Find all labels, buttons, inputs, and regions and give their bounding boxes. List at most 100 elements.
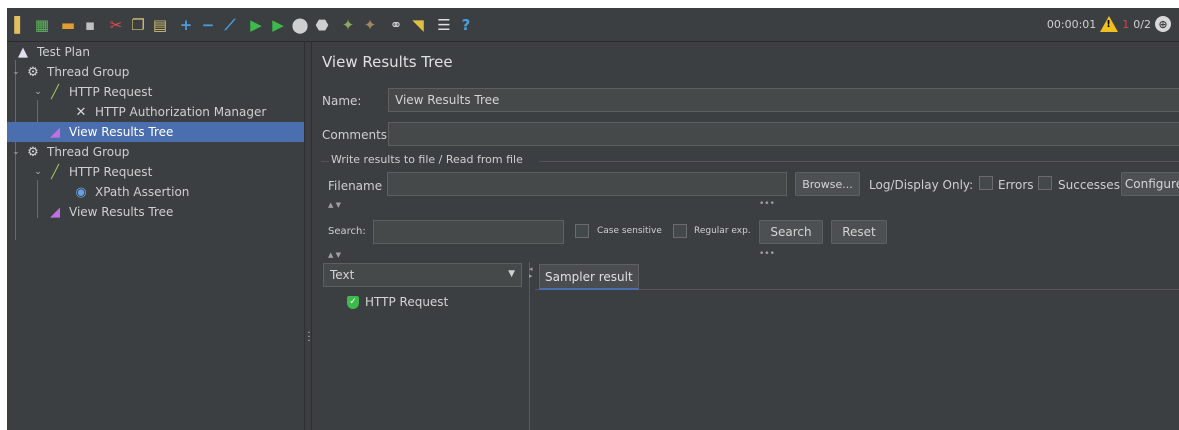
tree-item[interactable]: ◢ View Results Tree (7, 202, 304, 222)
warning-icon[interactable]: ! (1100, 16, 1119, 32)
comments-label: Comments: (322, 128, 392, 142)
clear-icon[interactable]: ✦ (339, 16, 357, 34)
help-icon[interactable]: ? (457, 16, 475, 34)
panel-title: View Results Tree (322, 53, 453, 71)
splitter-handle[interactable]: · · · (306, 329, 312, 347)
results-divider[interactable] (529, 262, 530, 430)
chevron-down-icon[interactable]: ⌄ (33, 167, 43, 177)
chevron-down-icon[interactable]: ⌄ (11, 147, 21, 157)
new-test-plan-icon[interactable]: ▌ (11, 16, 29, 34)
success-shield-icon: ✓ (347, 295, 359, 309)
tree-item-label: HTTP Authorization Manager (95, 105, 267, 119)
save-icon[interactable]: ▪ (81, 16, 99, 34)
jmeter-window: ▌ ▦ ▬ ▪ ✂ ❐ ▤ + − ⟋ ▶ ▶ ⬤ ⬣ ✦ ✦ ⚭ ◥ ☰? 00:00:01 ! 1 0/2 ⊕ … (7, 8, 1179, 430)
tree-item-label: HTTP Request (69, 165, 153, 179)
open-icon[interactable]: ▬ (59, 16, 77, 34)
chevron-down-icon[interactable]: ▼ (508, 269, 515, 279)
collapse-all-icon[interactable]: − (199, 16, 217, 34)
gear-icon: ⚙ (27, 144, 39, 160)
name-label: Name: (322, 94, 362, 108)
group-border (321, 161, 329, 162)
filename-label: Filename (328, 179, 383, 193)
case-sensitive-label: Case sensitive (597, 226, 662, 236)
results-list: ✓ HTTP Request (323, 289, 523, 430)
remote-globe-icon[interactable]: ⊕ (1155, 16, 1171, 32)
tree-item-label: Thread Group (47, 145, 130, 159)
expand-all-icon[interactable]: + (177, 16, 195, 34)
tree-item-label: XPath Assertion (95, 185, 190, 199)
test-plan-tree: ▲ Test Plan ⌄ ⚙ Thread Group ⌄ ╱ HTTP Request ✕ H… (7, 42, 304, 430)
chevron-down-icon[interactable]: ⌄ (33, 87, 43, 97)
chevron-down-icon[interactable]: ⌄ (11, 67, 21, 77)
view-results-tree-panel: View Results Tree Name: View Results Tre… (313, 42, 1179, 430)
regular-exp-checkbox[interactable] (673, 224, 687, 238)
tree-item[interactable]: ⌄ ⚙ Thread Group (7, 62, 304, 82)
paste-icon[interactable]: ▤ (151, 16, 169, 34)
successes-label: Successes (1058, 178, 1120, 192)
toolbar: ▌ ▦ ▬ ▪ ✂ ❐ ▤ + − ⟋ ▶ ▶ ⬤ ⬣ ✦ ✦ ⚭ ◥ ☰? 00:00:01 ! 1 0/2 ⊕ (7, 8, 1179, 42)
collapse-arrows[interactable]: ▲ ▼ (328, 201, 341, 209)
cut-icon[interactable]: ✂ (107, 16, 125, 34)
configure-button[interactable]: Configure (1121, 172, 1179, 196)
assertion-icon: ◉ (75, 184, 87, 200)
tree-item-label: Test Plan (37, 45, 90, 59)
stop-icon[interactable]: ⬤ (291, 16, 309, 34)
collapse-arrows[interactable]: ▲ ▼ (328, 251, 341, 259)
tree-item[interactable]: ⌄ ⚙ Thread Group (7, 142, 304, 162)
templates-icon[interactable]: ▦ (33, 16, 51, 34)
case-sensitive-checkbox[interactable] (575, 224, 589, 238)
browse-button[interactable]: Browse... (795, 172, 860, 196)
tree-item[interactable]: ▲ Test Plan (7, 42, 304, 62)
search-icon[interactable]: ⚭ (387, 16, 405, 34)
name-field[interactable]: View Results Tree (388, 88, 1179, 112)
tree-item[interactable]: ✕ HTTP Authorization Manager (7, 102, 304, 122)
errors-label: Errors (998, 178, 1034, 192)
result-item-label: HTTP Request (365, 295, 449, 309)
search-button[interactable]: Search (759, 220, 823, 244)
tree-item-label: View Results Tree (69, 125, 174, 139)
tree-item[interactable]: ⌄ ╱ HTTP Request (7, 82, 304, 102)
tools-icon: ✕ (75, 104, 87, 120)
toolbar-status: 00:00:01 ! 1 0/2 ⊕ (1047, 16, 1171, 32)
tree-item[interactable]: ◢ View Results Tree (7, 122, 304, 142)
successes-checkbox[interactable] (1038, 176, 1052, 190)
reset-search-icon[interactable]: ◥ (409, 16, 427, 34)
panel-splitter[interactable]: · · · (304, 42, 312, 430)
active-threads: 0/2 (1133, 17, 1151, 31)
error-count: 1 (1122, 17, 1130, 31)
toggle-icon[interactable]: ⟋ (221, 16, 239, 34)
tree-item[interactable]: ◉ XPath Assertion (7, 182, 304, 202)
gear-icon: ⚙ (27, 64, 39, 80)
function-helper-icon[interactable]: ☰ (435, 16, 453, 34)
shutdown-icon[interactable]: ⬣ (313, 16, 331, 34)
tab-sampler-result[interactable]: Sampler result (539, 264, 639, 290)
group-border (539, 161, 1179, 162)
tab-scroll-arrows[interactable]: ◂ ▸ (529, 266, 533, 280)
clear-all-icon[interactable]: ✦ (361, 16, 379, 34)
search-label: Search: (328, 226, 366, 237)
tree-item-label: HTTP Request (69, 85, 153, 99)
tree-item[interactable]: ⌄ ╱ HTTP Request (7, 162, 304, 182)
test-plan-icon: ▲ (18, 44, 28, 60)
divider-dots[interactable]: ••• (759, 249, 775, 259)
start-no-timers-icon[interactable]: ▶ (269, 16, 287, 34)
divider-dots[interactable]: ••• (759, 199, 775, 209)
result-tabs: ◂ ▸ Sampler result (529, 262, 1179, 290)
start-icon[interactable]: ▶ (247, 16, 265, 34)
search-field[interactable] (373, 220, 564, 244)
result-item[interactable]: ✓ HTTP Request (347, 295, 448, 309)
log-display-label: Log/Display Only: (869, 178, 974, 192)
chart-icon: ◢ (50, 204, 60, 220)
copy-icon[interactable]: ❐ (129, 16, 147, 34)
pipette-icon: ╱ (51, 84, 59, 100)
file-group-title: Write results to file / Read from file (331, 153, 523, 166)
renderer-value: Text (330, 268, 355, 282)
regular-exp-label: Regular exp. (694, 226, 751, 236)
errors-checkbox[interactable] (979, 176, 993, 190)
tree-item-label: Thread Group (47, 65, 130, 79)
toolbar-icons: ▌ ▦ ▬ ▪ ✂ ❐ ▤ + − ⟋ ▶ ▶ ⬤ ⬣ ✦ ✦ ⚭ ◥ ☰? (11, 12, 479, 38)
comments-field[interactable] (388, 122, 1179, 146)
reset-button[interactable]: Reset (831, 220, 887, 244)
filename-field[interactable] (387, 172, 787, 196)
renderer-select[interactable]: Text ▼ (323, 263, 522, 287)
